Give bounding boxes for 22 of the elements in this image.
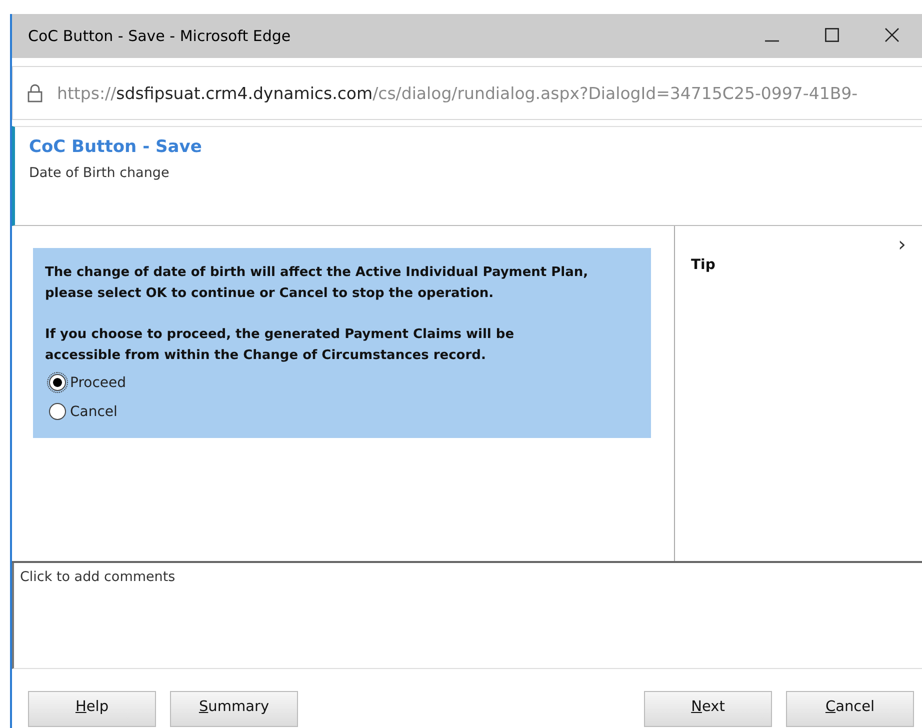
prompt-text: If you choose to proceed, the generated Payment Claims will be accessible from within the Change of Circumstances record.	[45, 326, 516, 365]
close-icon	[885, 28, 899, 42]
window-title: CoC Button - Save - Microsoft Edge	[28, 27, 292, 45]
dialog-title: CoC Button - Save	[29, 137, 203, 157]
lock-icon	[27, 83, 43, 103]
address-bar[interactable]: https://sdsfipsuat.crm4.dynamics.com/cs/dialog/rundialog.aspx?DialogId=34715C25-0997-41B9-	[12, 66, 922, 120]
dialog-button[interactable]: Next	[644, 691, 772, 727]
dialog-subtitle: Date of Birth change	[29, 165, 170, 181]
maximize-icon	[825, 28, 839, 42]
url-text: https://sdsfipsuat.crm4.dynamics.com/cs/dialog/rundialog.aspx?DialogId=34715C25-0997-41B9-	[57, 84, 858, 102]
dialog-button[interactable]: Summary	[170, 691, 298, 727]
tip-heading: Tip	[691, 257, 716, 273]
dialog-button[interactable]: Cancel	[786, 691, 914, 727]
radio-button[interactable]	[49, 374, 66, 391]
expand-toggle[interactable]: ›	[898, 232, 906, 256]
radio-option[interactable]: Cancel	[45, 397, 639, 426]
prompt-text: The change of date of birth will affect the Active Individual Payment Plan, please select OK to continue or Cancel to stop the operation.	[45, 264, 590, 303]
dialog-button[interactable]: Help	[28, 691, 156, 727]
radio-option[interactable]: Proceed	[45, 368, 639, 397]
minimize-icon	[765, 40, 779, 42]
radio-button[interactable]	[49, 403, 66, 420]
comments-field[interactable]: Click to add comments	[12, 563, 922, 669]
